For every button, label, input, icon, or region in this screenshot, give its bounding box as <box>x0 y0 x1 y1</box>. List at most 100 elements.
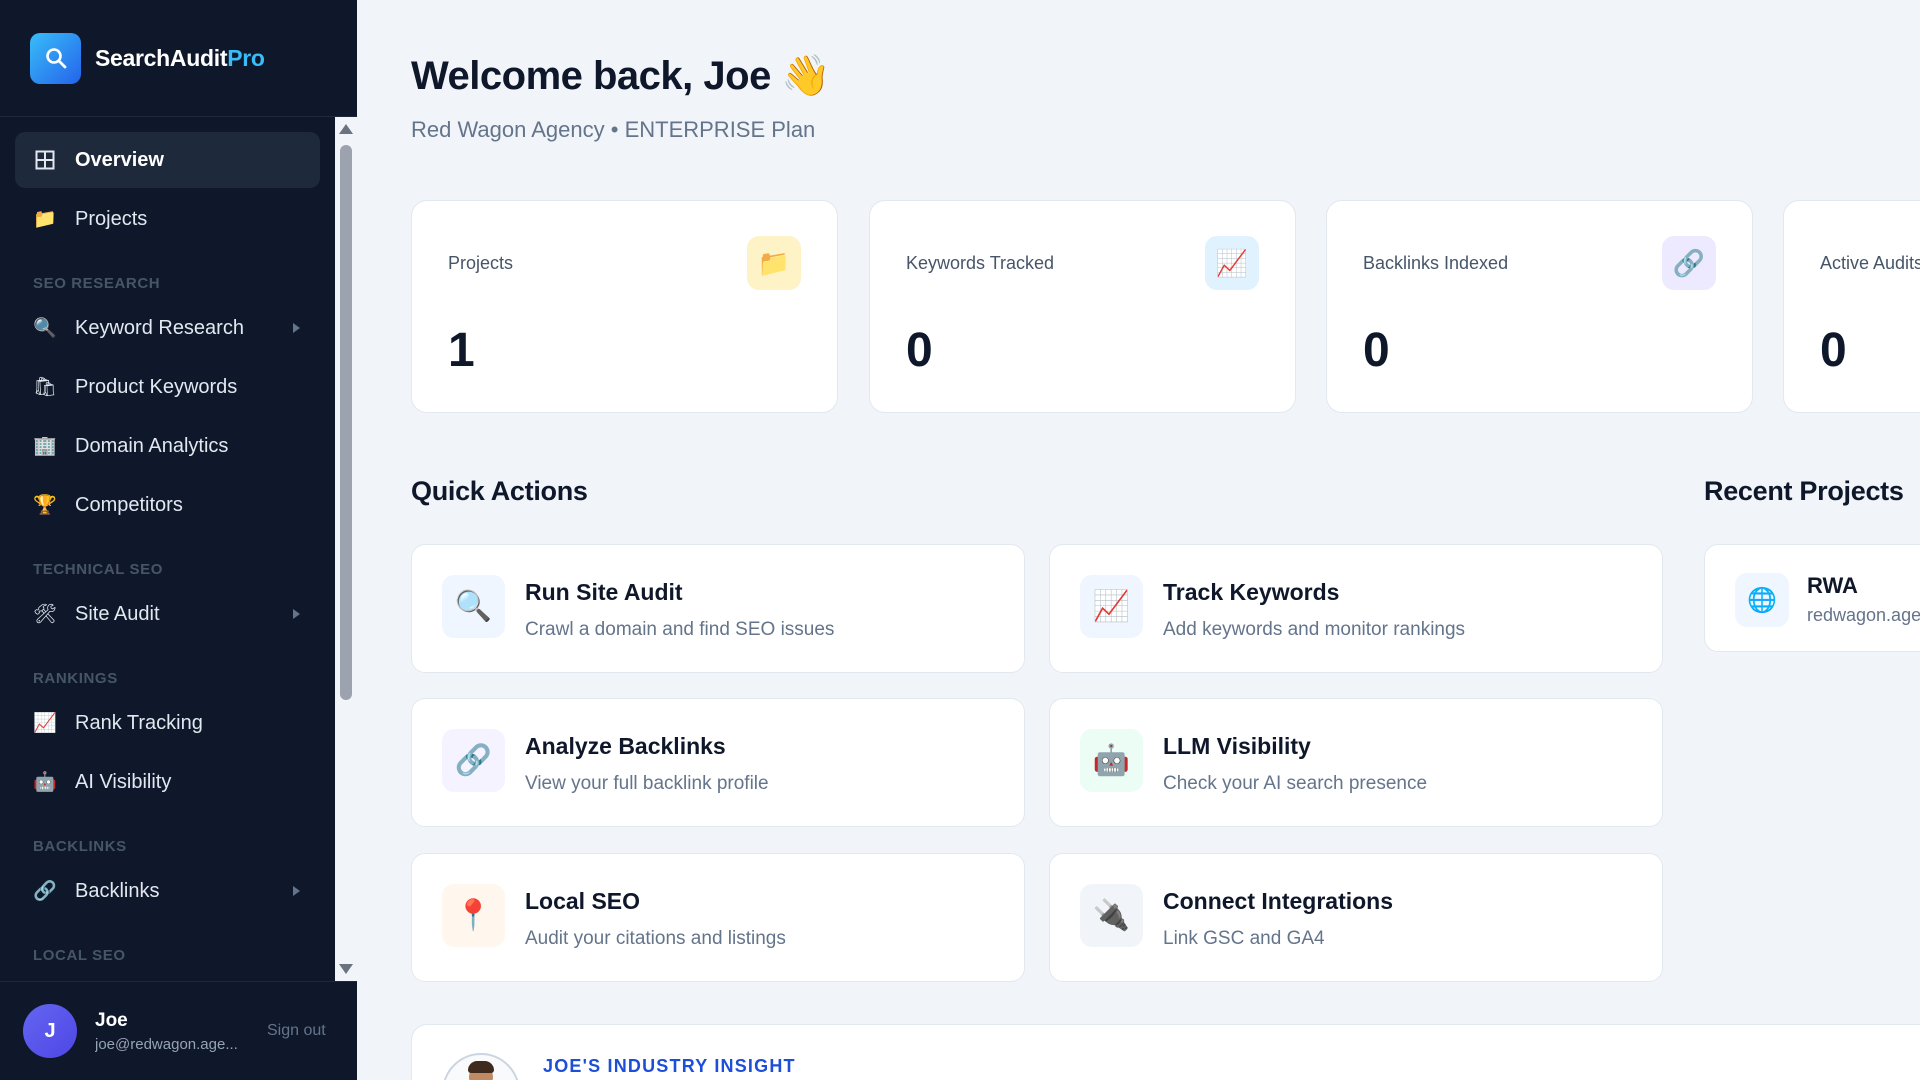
link-icon: 🔗 <box>33 881 57 902</box>
sidebar-nav: Overview 📁 Projects SEO RESEARCH 🔍 Keywo… <box>0 117 335 981</box>
brand[interactable]: SearchAuditPro <box>0 0 357 117</box>
sidebar-item-label: Product Keywords <box>75 375 238 398</box>
sidebar-item-projects[interactable]: 📁 Projects <box>15 191 320 247</box>
quick-action-desc: Audit your citations and listings <box>525 928 786 949</box>
sidebar-item-site-audit[interactable]: 🛠 Site Audit <box>15 586 320 642</box>
stat-label: Backlinks Indexed <box>1363 253 1509 273</box>
office-building-icon: 🏢 <box>33 436 57 457</box>
grid-icon <box>33 148 57 172</box>
chart-up-icon: 📈 <box>33 713 57 734</box>
sidebar-item-keyword-research[interactable]: 🔍 Keyword Research <box>15 300 320 356</box>
sign-out-button[interactable]: Sign out <box>267 1022 326 1040</box>
stat-label: Keywords Tracked <box>906 253 1055 273</box>
quick-action-connect-integrations[interactable]: 🔌 Connect Integrations Link GSC and GA4 <box>1049 853 1663 982</box>
quick-actions-title: Quick Actions <box>411 476 588 506</box>
scrollbar-thumb[interactable] <box>340 145 352 700</box>
sidebar: SearchAuditPro Overview 📁 Projects SEO R… <box>0 0 357 1080</box>
quick-action-llm-visibility[interactable]: 🤖 LLM Visibility Check your AI search pr… <box>1049 698 1663 827</box>
chevron-right-icon <box>293 323 300 333</box>
magnifier-icon: 🔍 <box>442 575 505 638</box>
insight-label: JOE'S INDUSTRY INSIGHT <box>543 1056 796 1076</box>
industry-insight-card[interactable]: JOE'S INDUSTRY INSIGHT <box>411 1024 1920 1080</box>
sidebar-item-backlinks[interactable]: 🔗 Backlinks <box>15 863 320 919</box>
folder-icon: 📁 <box>747 236 801 290</box>
recent-project-name: RWA <box>1807 573 1858 598</box>
trophy-icon: 🏆 <box>33 495 57 516</box>
stat-card-projects[interactable]: Projects 📁 1 <box>411 200 838 413</box>
quick-action-desc: Check your AI search presence <box>1163 773 1428 794</box>
quick-action-title: Connect Integrations <box>1163 888 1394 914</box>
link-icon: 🔗 <box>442 729 505 792</box>
robot-icon: 🤖 <box>33 772 57 793</box>
pin-icon: 📍 <box>442 884 505 947</box>
chevron-right-icon <box>293 609 300 619</box>
nav-section-rankings: RANKINGS <box>33 670 118 687</box>
user-meta: Joe joe@redwagon.age... <box>95 1010 255 1053</box>
quick-action-desc: Link GSC and GA4 <box>1163 928 1325 949</box>
shopping-bags-icon: 🛍 <box>32 377 58 398</box>
quick-action-title: Track Keywords <box>1163 579 1340 605</box>
user-email: joe@redwagon.age... <box>95 1035 238 1053</box>
main-content: Welcome back, Joe 👋 Red Wagon Agency • E… <box>357 0 1920 1080</box>
sidebar-item-label: Rank Tracking <box>75 711 203 734</box>
sidebar-item-competitors[interactable]: 🏆 Competitors <box>15 477 320 533</box>
sidebar-item-label: Competitors <box>75 493 183 516</box>
quick-action-run-site-audit[interactable]: 🔍 Run Site Audit Crawl a domain and find… <box>411 544 1025 673</box>
stat-label: Projects <box>448 253 514 273</box>
sidebar-item-label: Keyword Research <box>75 316 244 339</box>
user-profile: J Joe joe@redwagon.age... Sign out <box>0 981 357 1080</box>
nav-section-backlinks: BACKLINKS <box>33 838 127 855</box>
sidebar-item-label: AI Visibility <box>75 770 172 793</box>
quick-action-track-keywords[interactable]: 📈 Track Keywords Add keywords and monito… <box>1049 544 1663 673</box>
search-logo-icon <box>30 32 81 84</box>
avatar[interactable]: J <box>23 1004 77 1058</box>
nav-section-technical-seo: TECHNICAL SEO <box>33 561 164 578</box>
quick-action-title: LLM Visibility <box>1163 733 1311 759</box>
quick-action-title: Analyze Backlinks <box>525 733 726 759</box>
nav-section-seo-research: SEO RESEARCH <box>33 275 161 292</box>
quick-action-local-seo[interactable]: 📍 Local SEO Audit your citations and lis… <box>411 853 1025 982</box>
sidebar-item-domain-analytics[interactable]: 🏢 Domain Analytics <box>15 418 320 474</box>
chevron-right-icon <box>293 886 300 896</box>
tools-icon: 🛠 <box>32 604 58 625</box>
robot-icon: 🤖 <box>1080 729 1143 792</box>
folder-icon: 📁 <box>33 209 57 230</box>
magnifier-icon: 🔍 <box>33 318 57 339</box>
stat-card-active-audits[interactable]: Active Audits 🔍 0 <box>1783 200 1920 413</box>
sidebar-item-label: Projects <box>75 207 148 230</box>
stat-card-backlinks-indexed[interactable]: Backlinks Indexed 🔗 0 <box>1326 200 1753 413</box>
scroll-down-arrow-icon[interactable] <box>339 964 353 974</box>
sidebar-item-ai-visibility[interactable]: 🤖 AI Visibility <box>15 754 320 810</box>
recent-project-card[interactable]: 🌐 RWA redwagon.agency <box>1704 544 1920 652</box>
sidebar-scrollbar[interactable] <box>335 117 357 981</box>
recent-projects-title: Recent Projects <box>1704 476 1904 506</box>
sidebar-item-label: Site Audit <box>75 602 160 625</box>
sidebar-item-product-keywords[interactable]: 🛍 Product Keywords <box>15 359 320 415</box>
scroll-up-arrow-icon[interactable] <box>339 124 353 134</box>
sidebar-item-label: Backlinks <box>75 879 160 902</box>
link-icon: 🔗 <box>1662 236 1716 290</box>
stat-value: 1 <box>448 324 475 377</box>
globe-icon: 🌐 <box>1735 573 1789 627</box>
plug-icon: 🔌 <box>1080 884 1143 947</box>
quick-action-title: Run Site Audit <box>525 579 683 605</box>
sidebar-item-rank-tracking[interactable]: 📈 Rank Tracking <box>15 695 320 751</box>
stat-value: 0 <box>1363 324 1390 377</box>
quick-action-desc: Add keywords and monitor rankings <box>1163 619 1466 640</box>
quick-action-analyze-backlinks[interactable]: 🔗 Analyze Backlinks View your full backl… <box>411 698 1025 827</box>
page-subtitle: Red Wagon Agency • ENTERPRISE Plan <box>411 117 816 142</box>
sidebar-item-label: Domain Analytics <box>75 434 229 457</box>
stat-label: Active Audits <box>1820 253 1920 273</box>
quick-action-desc: View your full backlink profile <box>525 773 769 794</box>
recent-project-domain: redwagon.agency <box>1807 605 1920 625</box>
quick-action-desc: Crawl a domain and find SEO issues <box>525 619 835 640</box>
stat-card-keywords-tracked[interactable]: Keywords Tracked 📈 0 <box>869 200 1296 413</box>
user-name: Joe <box>95 1009 128 1031</box>
stat-value: 0 <box>1820 324 1847 377</box>
chart-up-icon: 📈 <box>1205 236 1259 290</box>
quick-action-title: Local SEO <box>525 888 641 914</box>
chart-up-icon: 📈 <box>1080 575 1143 638</box>
stat-value: 0 <box>906 324 933 377</box>
sidebar-item-overview[interactable]: Overview <box>15 132 320 188</box>
nav-section-local-seo: LOCAL SEO <box>33 947 126 964</box>
